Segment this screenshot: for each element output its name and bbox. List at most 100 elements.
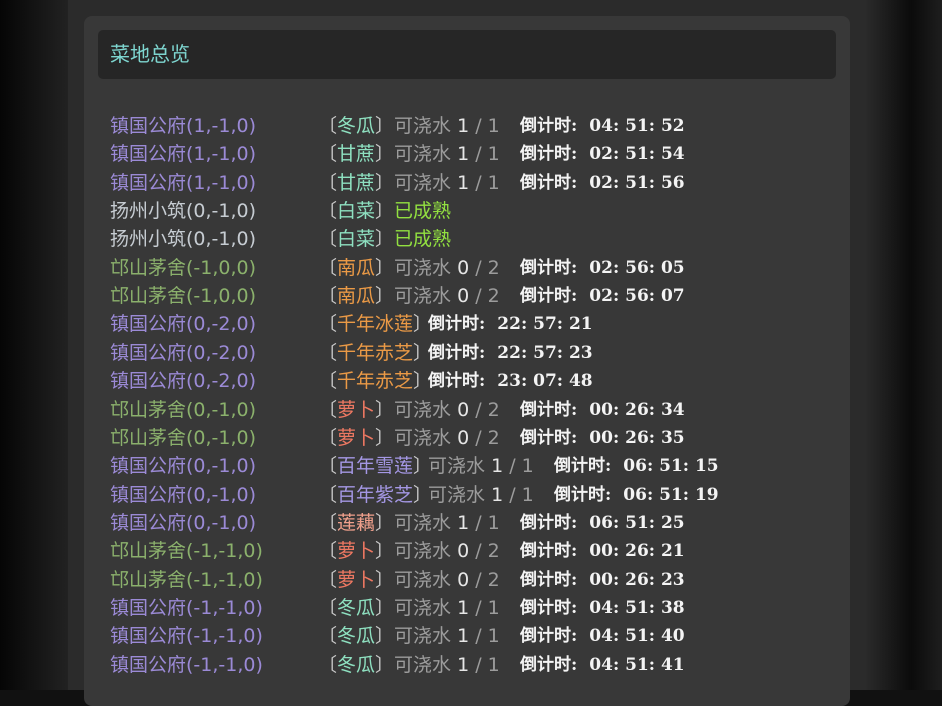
- countdown: 倒计时: 00: 26: 21: [520, 537, 685, 565]
- water-label: 可浇水: [394, 427, 452, 449]
- crop-name: 百年紫芝: [337, 484, 414, 506]
- countdown-label: 倒计时:: [520, 541, 578, 561]
- water-label: 可浇水: [394, 654, 452, 676]
- crop-bracket-open: 〔: [318, 597, 338, 619]
- crop-name: 百年雪莲: [337, 455, 414, 477]
- crop-name: 甘蔗: [337, 172, 376, 194]
- water-status: 可浇水 1 / 1: [394, 509, 500, 537]
- water-max: 2: [487, 257, 500, 279]
- water-count: 1: [457, 625, 470, 647]
- countdown-label: 倒计时:: [520, 513, 578, 533]
- crop-label: 〔千年赤芝〕: [318, 339, 432, 367]
- crop-bracket-open: 〔: [318, 257, 338, 279]
- water-status: 可浇水 0 / 2: [394, 254, 500, 282]
- water-status: 可浇水 0 / 2: [394, 424, 500, 452]
- water-max: 1: [487, 115, 500, 137]
- water-separator: /: [475, 597, 482, 619]
- crop-label: 〔白菜〕: [318, 197, 394, 225]
- crop-label: 〔甘蔗〕: [318, 169, 394, 197]
- right-backdrop: [866, 0, 942, 690]
- water-count: 0: [457, 569, 470, 591]
- ripe-status: 已成熟: [394, 200, 452, 222]
- crop-label: 〔甘蔗〕: [318, 140, 394, 168]
- crop-label: 〔南瓜〕: [318, 254, 394, 282]
- water-status: 可浇水 1 / 1: [394, 622, 500, 650]
- plot-location: 邙山茅舍(-1,0,0): [110, 257, 257, 279]
- crop-label: 〔冬瓜〕: [318, 651, 394, 679]
- crop-bracket-open: 〔: [318, 313, 338, 335]
- crop-bracket-open: 〔: [318, 654, 338, 676]
- crop-name: 甘蔗: [337, 143, 376, 165]
- plot-location: 镇国公府(0,-1,0): [110, 484, 257, 506]
- crop-bracket-close: 〕: [375, 597, 395, 619]
- water-status: 可浇水 1 / 1: [428, 481, 534, 509]
- plot-location: 镇国公府(0,-2,0): [110, 370, 257, 392]
- water-separator: /: [475, 172, 482, 194]
- crop-name: 南瓜: [337, 285, 376, 307]
- crop-name: 萝卜: [337, 569, 376, 591]
- countdown-time: 06: 51: 19: [623, 485, 719, 505]
- crop-bracket-close: 〕: [375, 172, 395, 194]
- crop-bracket-close: 〕: [375, 540, 395, 562]
- crop-name: 千年赤芝: [337, 342, 414, 364]
- water-max: 2: [487, 569, 500, 591]
- plot-location: 镇国公府(0,-2,0): [110, 313, 257, 335]
- plot-location: 镇国公府(-1,-1,0): [110, 597, 263, 619]
- water-label: 可浇水: [394, 115, 452, 137]
- countdown: 倒计时: 06: 51: 19: [554, 481, 719, 509]
- water-status: 可浇水 0 / 2: [394, 566, 500, 594]
- crop-name: 千年赤芝: [337, 370, 414, 392]
- water-separator: /: [475, 257, 482, 279]
- plot-location: 镇国公府(-1,-1,0): [110, 654, 263, 676]
- countdown-time: 04: 51: 40: [589, 626, 685, 646]
- countdown: 倒计时: 04: 51: 38: [520, 594, 685, 622]
- countdown-time: 00: 26: 21: [589, 541, 685, 561]
- crop-bracket-close: 〕: [375, 143, 395, 165]
- crop-label: 〔冬瓜〕: [318, 594, 394, 622]
- water-max: 2: [487, 540, 500, 562]
- water-max: 2: [487, 285, 500, 307]
- water-status: 可浇水 1 / 1: [394, 651, 500, 679]
- plot-location: 镇国公府(0,-2,0): [110, 342, 257, 364]
- plot-location: 邙山茅舍(-1,0,0): [110, 285, 257, 307]
- countdown-label: 倒计时:: [520, 570, 578, 590]
- crop-bracket-close: 〕: [375, 512, 395, 534]
- crop-bracket-open: 〔: [318, 370, 338, 392]
- plot-location: 镇国公府(1,-1,0): [110, 115, 257, 137]
- crop-label: 〔冬瓜〕: [318, 112, 394, 140]
- crop-bracket-close: 〕: [375, 200, 395, 222]
- water-separator: /: [475, 512, 482, 534]
- water-label: 可浇水: [394, 143, 452, 165]
- crop-bracket-open: 〔: [318, 228, 338, 250]
- plot-location: 邙山茅舍(0,-1,0): [110, 399, 257, 421]
- water-label: 可浇水: [394, 625, 452, 647]
- countdown-label: 倒计时:: [520, 598, 578, 618]
- crop-label: 〔冬瓜〕: [318, 622, 394, 650]
- water-separator: /: [475, 427, 482, 449]
- water-separator: /: [475, 143, 482, 165]
- crop-label: 〔千年冰莲〕: [318, 310, 432, 338]
- water-label: 可浇水: [394, 257, 452, 279]
- crop-bracket-open: 〔: [318, 172, 338, 194]
- crop-bracket-open: 〔: [318, 115, 338, 137]
- crop-label: 〔南瓜〕: [318, 282, 394, 310]
- water-label: 可浇水: [394, 285, 452, 307]
- water-separator: /: [475, 625, 482, 647]
- crop-bracket-open: 〔: [318, 143, 338, 165]
- crop-bracket-close: 〕: [375, 654, 395, 676]
- countdown: 倒计时: 23: 07: 48: [428, 367, 593, 395]
- water-max: 1: [487, 597, 500, 619]
- plot-location: 镇国公府(0,-1,0): [110, 512, 257, 534]
- countdown-time: 00: 26: 35: [589, 428, 685, 448]
- water-label: 可浇水: [394, 569, 452, 591]
- water-status: 可浇水 1 / 1: [394, 594, 500, 622]
- countdown-label: 倒计时:: [554, 456, 612, 476]
- countdown: 倒计时: 02: 56: 07: [520, 282, 685, 310]
- water-count: 1: [457, 512, 470, 534]
- plot-location: 扬州小筑(0,-1,0): [110, 200, 257, 222]
- countdown: 倒计时: 22: 57: 21: [428, 310, 593, 338]
- countdown-label: 倒计时:: [428, 314, 486, 334]
- water-label: 可浇水: [428, 484, 486, 506]
- plot-location: 邙山茅舍(0,-1,0): [110, 427, 257, 449]
- countdown-time: 00: 26: 34: [589, 400, 685, 420]
